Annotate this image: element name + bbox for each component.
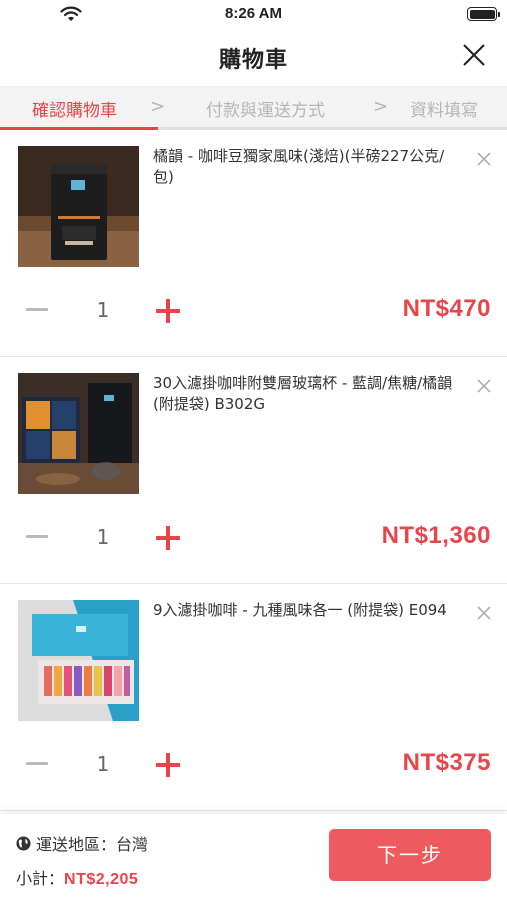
quantity-value: 1 <box>96 752 110 776</box>
remove-item-icon[interactable] <box>477 379 491 393</box>
close-icon[interactable] <box>461 42 487 68</box>
checkout-footer: 運送地區：台灣 小計：NT$2,205 下一步 <box>0 814 507 900</box>
battery-icon <box>467 7 500 21</box>
header: 購物車 <box>0 28 507 84</box>
cart-item: 橘韻 - 咖啡豆獨家風味(淺焙)(半磅227公克/包) 1 NT$470 <box>0 130 507 357</box>
product-image-drip-coffee-gift-box-with-glass[interactable] <box>18 373 139 494</box>
chevron-right-icon: > <box>150 96 166 117</box>
product-name[interactable]: 橘韻 - 咖啡豆獨家風味(淺焙)(半磅227公克/包) <box>153 146 453 188</box>
subtotal-amount: NT$2,205 <box>64 871 139 888</box>
cart-item: 9入濾掛咖啡 - 九種風味各一 (附提袋) E094 1 NT$375 <box>0 584 507 811</box>
chevron-right-icon: > <box>373 96 389 117</box>
step-fill-info[interactable]: 資料填寫 <box>410 96 478 121</box>
item-price: NT$1,360 <box>381 522 491 549</box>
quantity-increase-button[interactable] <box>156 753 180 777</box>
remove-item-icon[interactable] <box>477 606 491 620</box>
cart-list: 橘韻 - 咖啡豆獨家風味(淺焙)(半磅227公克/包) 1 NT$470 30入… <box>0 130 507 811</box>
subtotal: 小計：NT$2,205 <box>16 865 138 889</box>
globe-icon <box>16 835 31 851</box>
cart-item: 30入濾掛咖啡附雙層玻璃杯 - 藍調/焦糖/橘韻 (附提袋) B302G 1 N… <box>0 357 507 584</box>
quantity-decrease-button[interactable] <box>26 762 48 766</box>
remove-item-icon[interactable] <box>477 152 491 166</box>
quantity-value: 1 <box>96 525 110 549</box>
checkout-steps: 確認購物車 > 付款與運送方式 > 資料填寫 <box>0 86 507 130</box>
next-step-button[interactable]: 下一步 <box>329 829 491 881</box>
quantity-decrease-button[interactable] <box>26 308 48 312</box>
quantity-increase-button[interactable] <box>156 526 180 550</box>
quantity-increase-button[interactable] <box>156 299 180 323</box>
quantity-decrease-button[interactable] <box>26 535 48 539</box>
status-bar: 8:26 AM <box>0 0 507 28</box>
page-title: 購物車 <box>218 48 288 73</box>
quantity-value: 1 <box>96 298 110 322</box>
product-image-drip-coffee-9-pack[interactable] <box>18 600 139 721</box>
shipping-region[interactable]: 運送地區：台灣 <box>16 831 148 855</box>
product-name[interactable]: 30入濾掛咖啡附雙層玻璃杯 - 藍調/焦糖/橘韻 (附提袋) B302G <box>153 373 453 415</box>
status-time: 8:26 AM <box>225 5 282 22</box>
item-price: NT$375 <box>402 749 491 776</box>
product-name[interactable]: 9入濾掛咖啡 - 九種風味各一 (附提袋) E094 <box>153 600 453 621</box>
step-confirm-cart[interactable]: 確認購物車 <box>32 96 117 121</box>
subtotal-label: 小計： <box>16 869 65 888</box>
step-payment-shipping[interactable]: 付款與運送方式 <box>206 96 325 121</box>
shipping-region-label: 運送地區：台灣 <box>36 835 149 854</box>
product-image-coffee-bean-bag[interactable] <box>18 146 139 267</box>
item-price: NT$470 <box>402 295 491 322</box>
